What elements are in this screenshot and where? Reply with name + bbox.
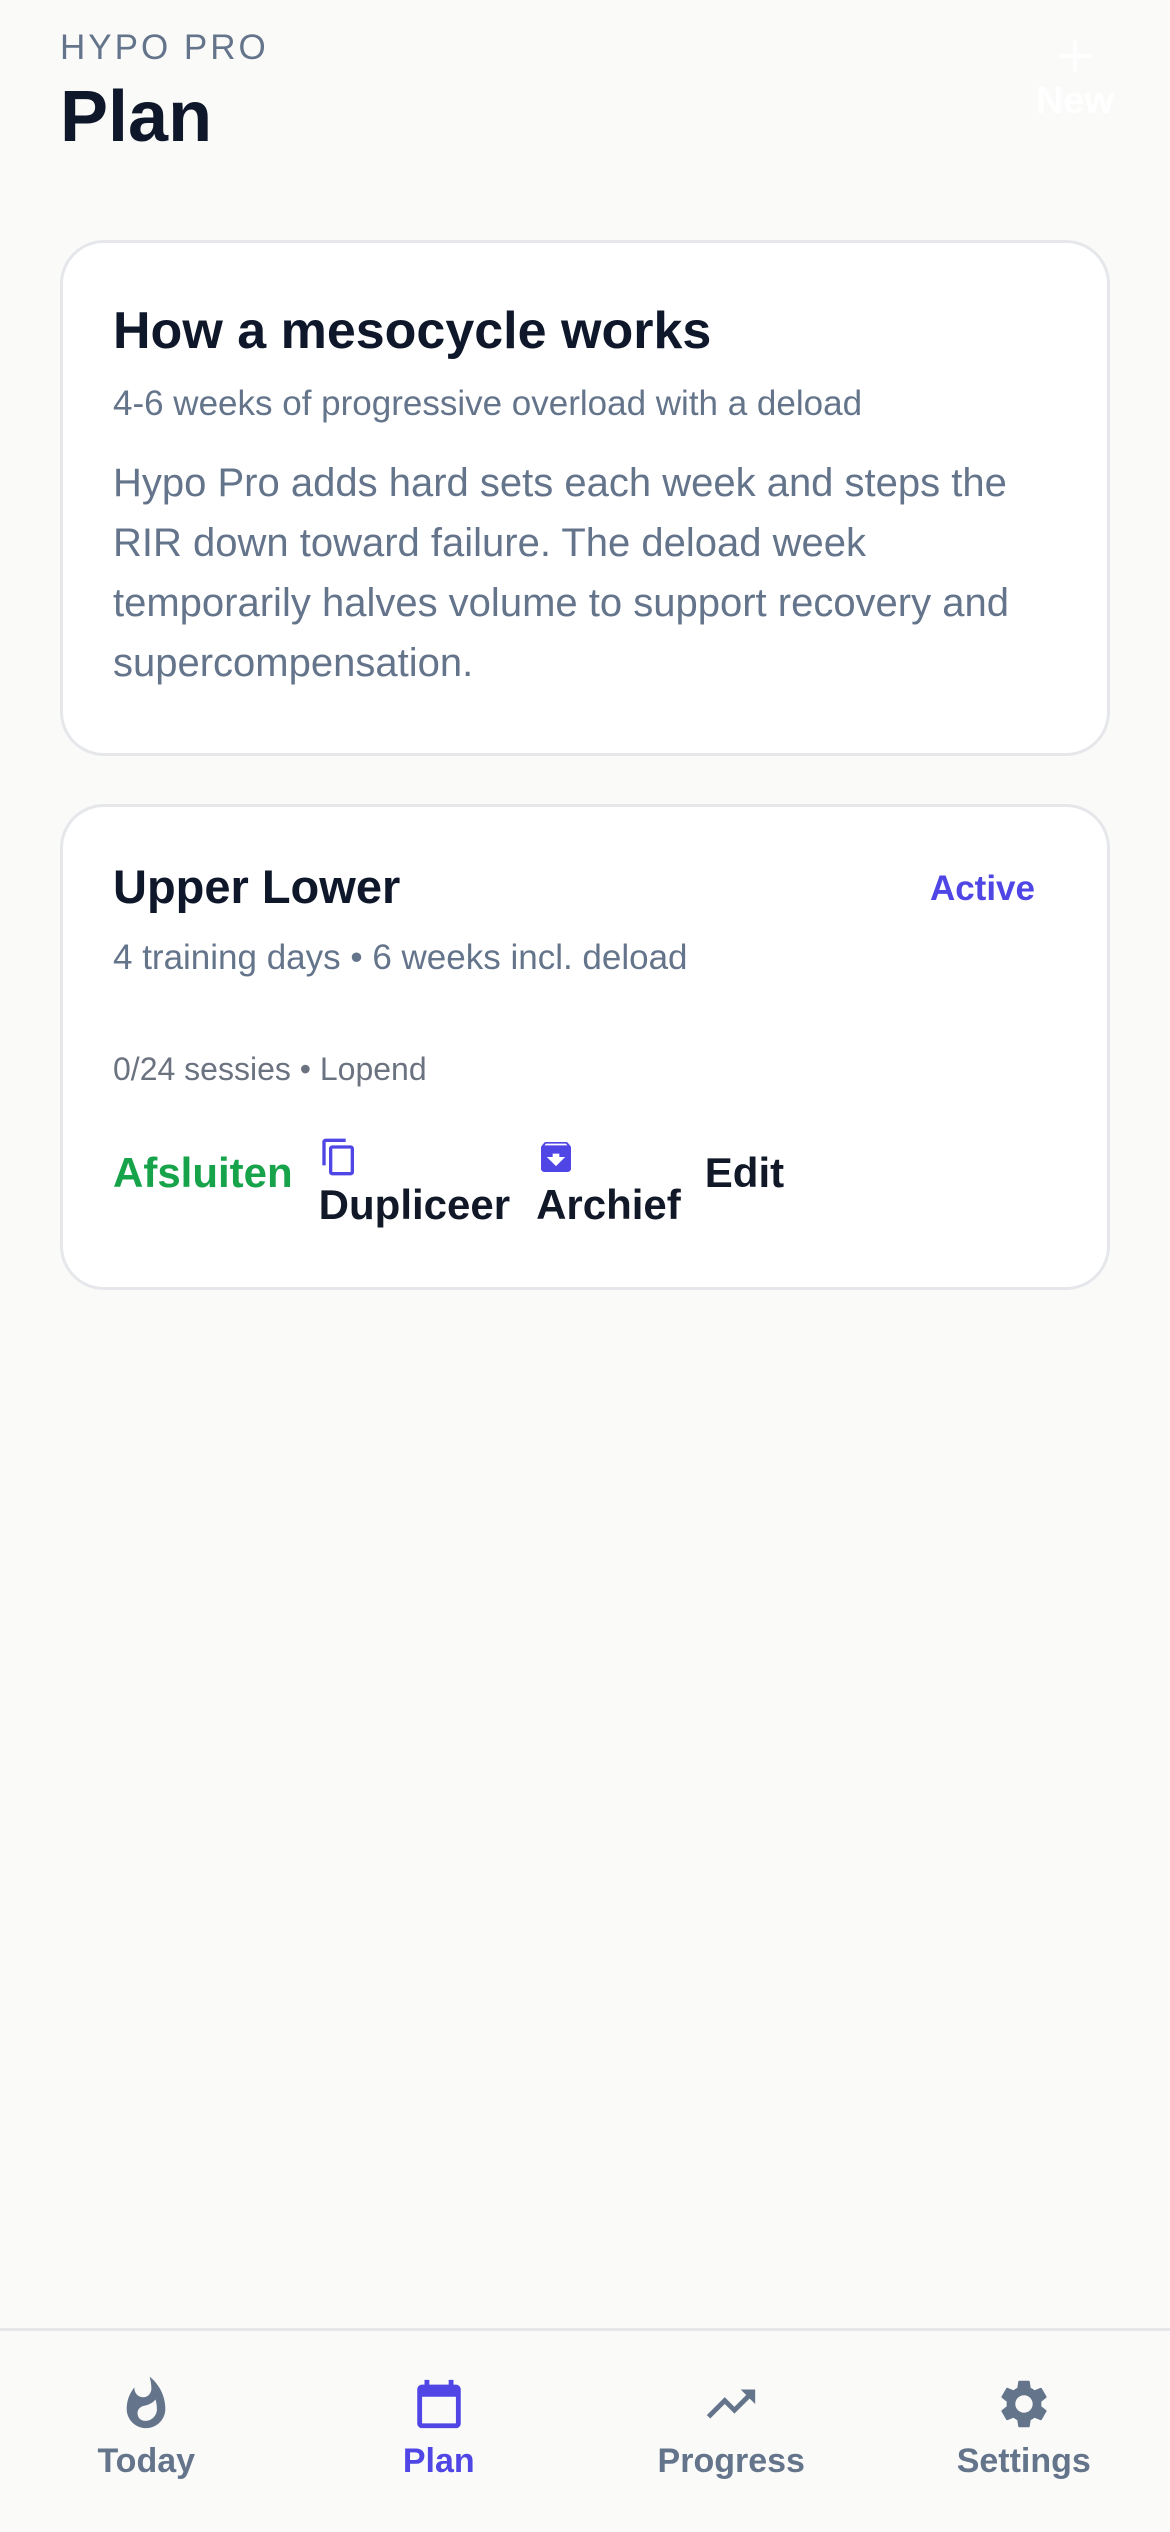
new-plan-button[interactable]: New [1036,38,1114,123]
nav-item-today[interactable]: Today [0,2331,293,2481]
duplicate-label: Dupliceer [318,1181,511,1228]
plan-actions: Afsluiten Dupliceer Archief Edit [113,1137,784,1229]
archive-label: Archief [536,1181,681,1228]
app-eyebrow: HYPO PRO [60,28,269,67]
gear-icon [1001,2380,1047,2428]
edit-button[interactable]: Edit [705,1149,784,1197]
plan-title: Upper Lower [113,860,401,913]
archive-button[interactable]: Archief [536,1137,681,1229]
mesocycle-info-card: How a mesocycle works 4-6 weeks of progr… [60,240,1110,756]
page-header: HYPO PRO Plan New [60,26,1114,166]
status-badge: Active [929,869,1035,908]
plan-screen: HYPO PRO Plan New How a mesocycle works … [0,0,1170,2532]
archive-icon [541,1142,572,1172]
nav-label-progress: Progress [657,2442,805,2480]
info-card-subtitle: 4-6 weeks of progressive overload with a… [113,384,863,423]
copy-icon [322,1138,354,1176]
nav-label-settings: Settings [956,2442,1091,2480]
plan-sessions: 0/24 sessies • Lopend [113,1051,427,1087]
page-title: Plan [60,77,213,157]
nav-item-progress[interactable]: Progress [585,2331,878,2481]
plus-icon [1057,38,1093,74]
nav-label-today: Today [97,2442,196,2480]
nav-label-plan: Plan [402,2442,475,2480]
nav-item-settings[interactable]: Settings [878,2331,1170,2481]
plan-meta: 4 training days • 6 weeks incl. deload [113,938,688,977]
duplicate-button[interactable]: Dupliceer [319,1137,510,1229]
info-card-title: How a mesocycle works [113,302,712,360]
bottom-nav: Today Plan Progress Settings [0,2328,1170,2532]
info-card-body: Hypo Pro adds hard sets each week and st… [113,461,1009,685]
new-plan-label: New [1035,80,1114,122]
nav-item-plan[interactable]: Plan [293,2331,586,2481]
flame-icon [126,2376,166,2429]
trending-up-icon [707,2389,756,2419]
finish-button[interactable]: Afsluiten [113,1149,293,1197]
plan-card[interactable]: Upper Lower Active 4 training days • 6 w… [60,804,1110,1290]
calendar-icon [417,2379,461,2429]
